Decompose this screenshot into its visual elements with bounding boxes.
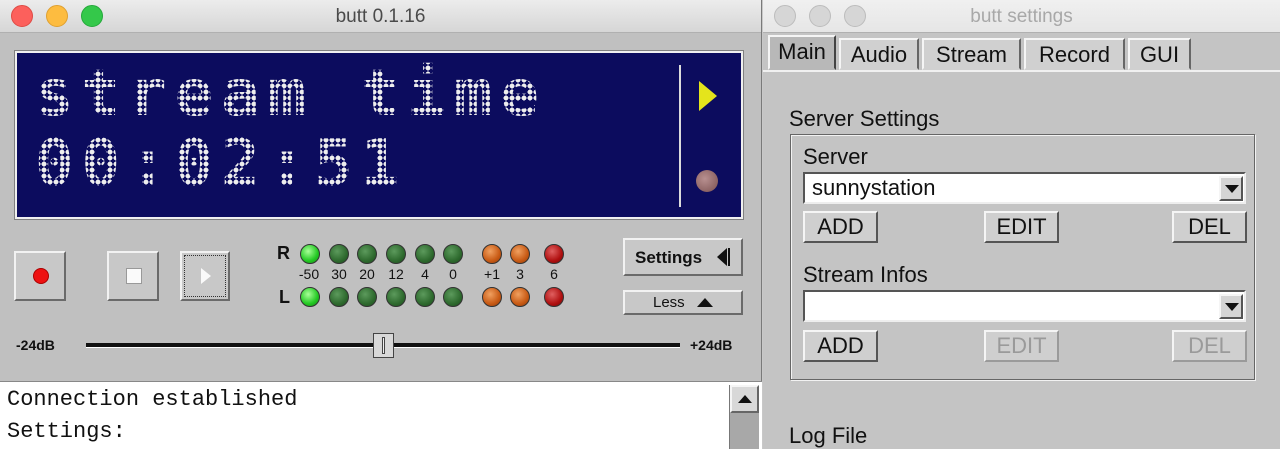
vu-led-l-8 (510, 287, 530, 307)
settings-button-label: Settings (635, 248, 703, 267)
vu-led-r-5 (415, 244, 435, 264)
gain-min-label: -24dB (16, 337, 55, 353)
tab-record[interactable]: Record (1024, 38, 1125, 70)
vu-scale-label: 6 (550, 266, 558, 282)
tab-main[interactable]: Main (768, 35, 836, 70)
butt-main-window: butt 0.1.16 stream time 00:02:51 R L -50… (0, 0, 762, 449)
vu-led-r-3 (357, 244, 377, 264)
settings-button[interactable]: Settings (623, 238, 743, 276)
play-icon (201, 268, 211, 284)
gain-max-label: +24dB (690, 337, 733, 353)
vu-led-l-7 (482, 287, 502, 307)
vu-led-r-8 (510, 244, 530, 264)
tab-stream[interactable]: Stream (922, 38, 1021, 70)
triangle-up-icon (697, 298, 713, 307)
record-button[interactable] (14, 251, 66, 301)
record-icon (33, 268, 49, 284)
server-select-value: sunnystation (812, 175, 936, 200)
vu-led-r-6 (443, 244, 463, 264)
stop-button[interactable] (107, 251, 159, 301)
stream-infos-select[interactable] (803, 290, 1246, 322)
vu-scale-label: -50 (298, 266, 320, 282)
log-line: Connection established (7, 387, 298, 412)
play-button[interactable] (180, 251, 230, 301)
vu-led-r-2 (329, 244, 349, 264)
vu-led-l-3 (357, 287, 377, 307)
vu-led-l-5 (415, 287, 435, 307)
streaming-indicator-icon (699, 81, 717, 111)
gain-slider-thumb[interactable] (373, 333, 394, 358)
main-titlebar: butt 0.1.16 (0, 0, 761, 33)
collapse-bar-icon (728, 248, 730, 266)
stop-icon (126, 268, 142, 284)
stream-infos-label: Stream Infos (803, 262, 928, 287)
main-window-title: butt 0.1.16 (335, 6, 426, 27)
log-output[interactable]: Connection established Settings: (0, 381, 762, 449)
vu-led-r-9 (544, 244, 564, 264)
slider-grip-icon (382, 337, 385, 354)
vu-led-r-1 (300, 244, 320, 264)
server-delete-button[interactable]: DEL (1172, 211, 1247, 243)
tab-audio[interactable]: Audio (839, 38, 919, 70)
log-scrollbar[interactable] (729, 385, 759, 449)
vu-led-r-7 (482, 244, 502, 264)
vu-led-l-1 (300, 287, 320, 307)
vu-led-l-9 (544, 287, 564, 307)
vu-led-r-4 (386, 244, 406, 264)
lcd-stream-time: 00:02:51 (35, 127, 408, 201)
lcd-line-1: stream time (35, 57, 547, 131)
server-settings-heading: Server Settings (789, 106, 940, 131)
settings-window-title: butt settings (970, 6, 1073, 27)
server-edit-button[interactable]: EDIT (984, 211, 1059, 243)
log-file-heading: Log File (789, 423, 868, 448)
tab-gui[interactable]: GUI (1128, 38, 1191, 70)
server-label: Server (803, 144, 868, 169)
settings-window: butt settings Main Audio Stream Record G… (763, 0, 1280, 449)
stream-infos-edit-button[interactable]: EDIT (984, 330, 1059, 362)
less-button-label: Less (653, 294, 685, 311)
lcd-divider (679, 65, 681, 207)
less-button[interactable]: Less (623, 290, 743, 315)
server-select[interactable]: sunnystation (803, 172, 1246, 204)
vu-right-label: R (277, 243, 290, 263)
vu-scale-label: 3 (516, 266, 524, 282)
collapse-left-icon (717, 248, 727, 266)
lcd-display[interactable]: stream time 00:02:51 (14, 50, 744, 220)
vu-led-l-6 (443, 287, 463, 307)
stream-infos-delete-button[interactable]: DEL (1172, 330, 1247, 362)
log-line: Settings: (7, 419, 126, 444)
recording-indicator-icon (696, 170, 718, 192)
tab-row-line (763, 70, 1280, 72)
vu-led-l-2 (329, 287, 349, 307)
stream-infos-add-button[interactable]: ADD (803, 330, 878, 362)
chevron-down-icon[interactable] (1219, 176, 1243, 201)
server-add-button[interactable]: ADD (803, 211, 878, 243)
vu-left-label: L (279, 287, 290, 307)
settings-titlebar: butt settings (763, 0, 1280, 33)
scroll-up-arrow-icon[interactable] (730, 385, 759, 413)
vu-scale-label: 0 (449, 266, 457, 282)
chevron-down-icon[interactable] (1219, 294, 1243, 319)
vu-led-l-4 (386, 287, 406, 307)
